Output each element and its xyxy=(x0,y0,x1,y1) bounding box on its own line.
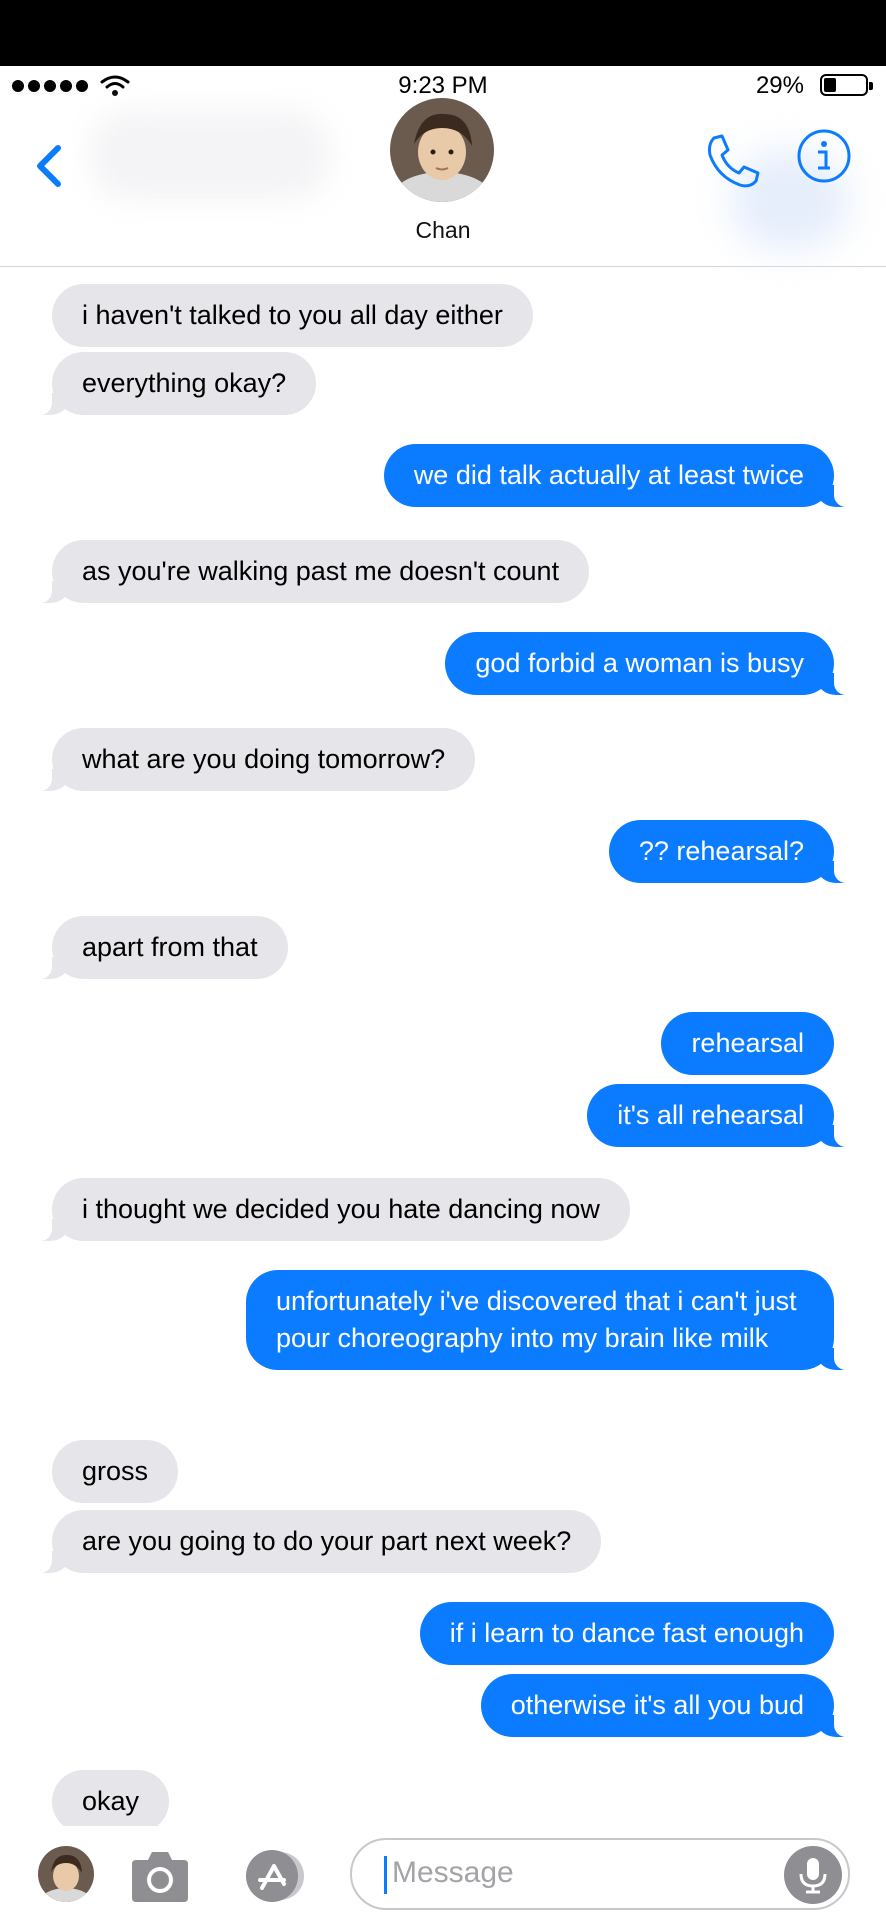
message-placeholder: Message xyxy=(392,1856,514,1889)
back-chevron-icon[interactable] xyxy=(30,130,70,200)
sent-message-bubble[interactable]: ?? rehearsal? xyxy=(608,820,859,883)
sent-message-bubble[interactable]: if i learn to dance fast enough xyxy=(419,1602,834,1665)
received-message-bubble[interactable]: everything okay? xyxy=(27,352,317,415)
received-message-bubble[interactable]: okay xyxy=(52,1770,170,1833)
received-message-bubble[interactable]: are you going to do your part next week? xyxy=(27,1510,602,1573)
sent-message-bubble[interactable]: it's all rehearsal xyxy=(587,1084,858,1147)
sent-message-bubble[interactable]: god forbid a woman is busy xyxy=(445,632,858,695)
phone-icon[interactable] xyxy=(700,128,766,194)
received-message-bubble[interactable]: as you're walking past me doesn't count xyxy=(27,540,590,603)
conversation-header: Chan xyxy=(0,90,886,267)
memoji-avatar-button[interactable] xyxy=(38,1846,94,1902)
received-message-bubble[interactable]: gross xyxy=(52,1440,179,1503)
received-message-bubble[interactable]: what are you doing tomorrow? xyxy=(27,728,476,791)
info-icon[interactable] xyxy=(796,128,852,184)
sent-message-bubble[interactable]: rehearsal xyxy=(661,1012,834,1075)
microphone-icon[interactable] xyxy=(784,1846,842,1904)
sent-message-bubble[interactable]: unfortunately i've discovered that i can… xyxy=(246,1270,858,1370)
message-input[interactable]: Message xyxy=(350,1838,850,1910)
text-caret xyxy=(384,1856,387,1894)
app-store-icon[interactable] xyxy=(236,1848,316,1904)
message-input-bar: Message xyxy=(0,1826,886,1920)
sent-message-bubble[interactable]: otherwise it's all you bud xyxy=(480,1674,859,1737)
contact-avatar[interactable] xyxy=(390,98,494,202)
received-message-bubble[interactable]: i haven't talked to you all day either xyxy=(52,284,533,347)
received-message-bubble[interactable]: i thought we decided you hate dancing no… xyxy=(28,1178,630,1241)
camera-icon[interactable] xyxy=(128,1848,192,1904)
blurred-area xyxy=(90,110,330,200)
top-black-bar xyxy=(0,0,886,66)
sent-message-bubble[interactable]: we did talk actually at least twice xyxy=(383,444,859,507)
contact-name[interactable]: Chan xyxy=(0,217,886,244)
received-message-bubble[interactable]: apart from that xyxy=(28,916,288,979)
